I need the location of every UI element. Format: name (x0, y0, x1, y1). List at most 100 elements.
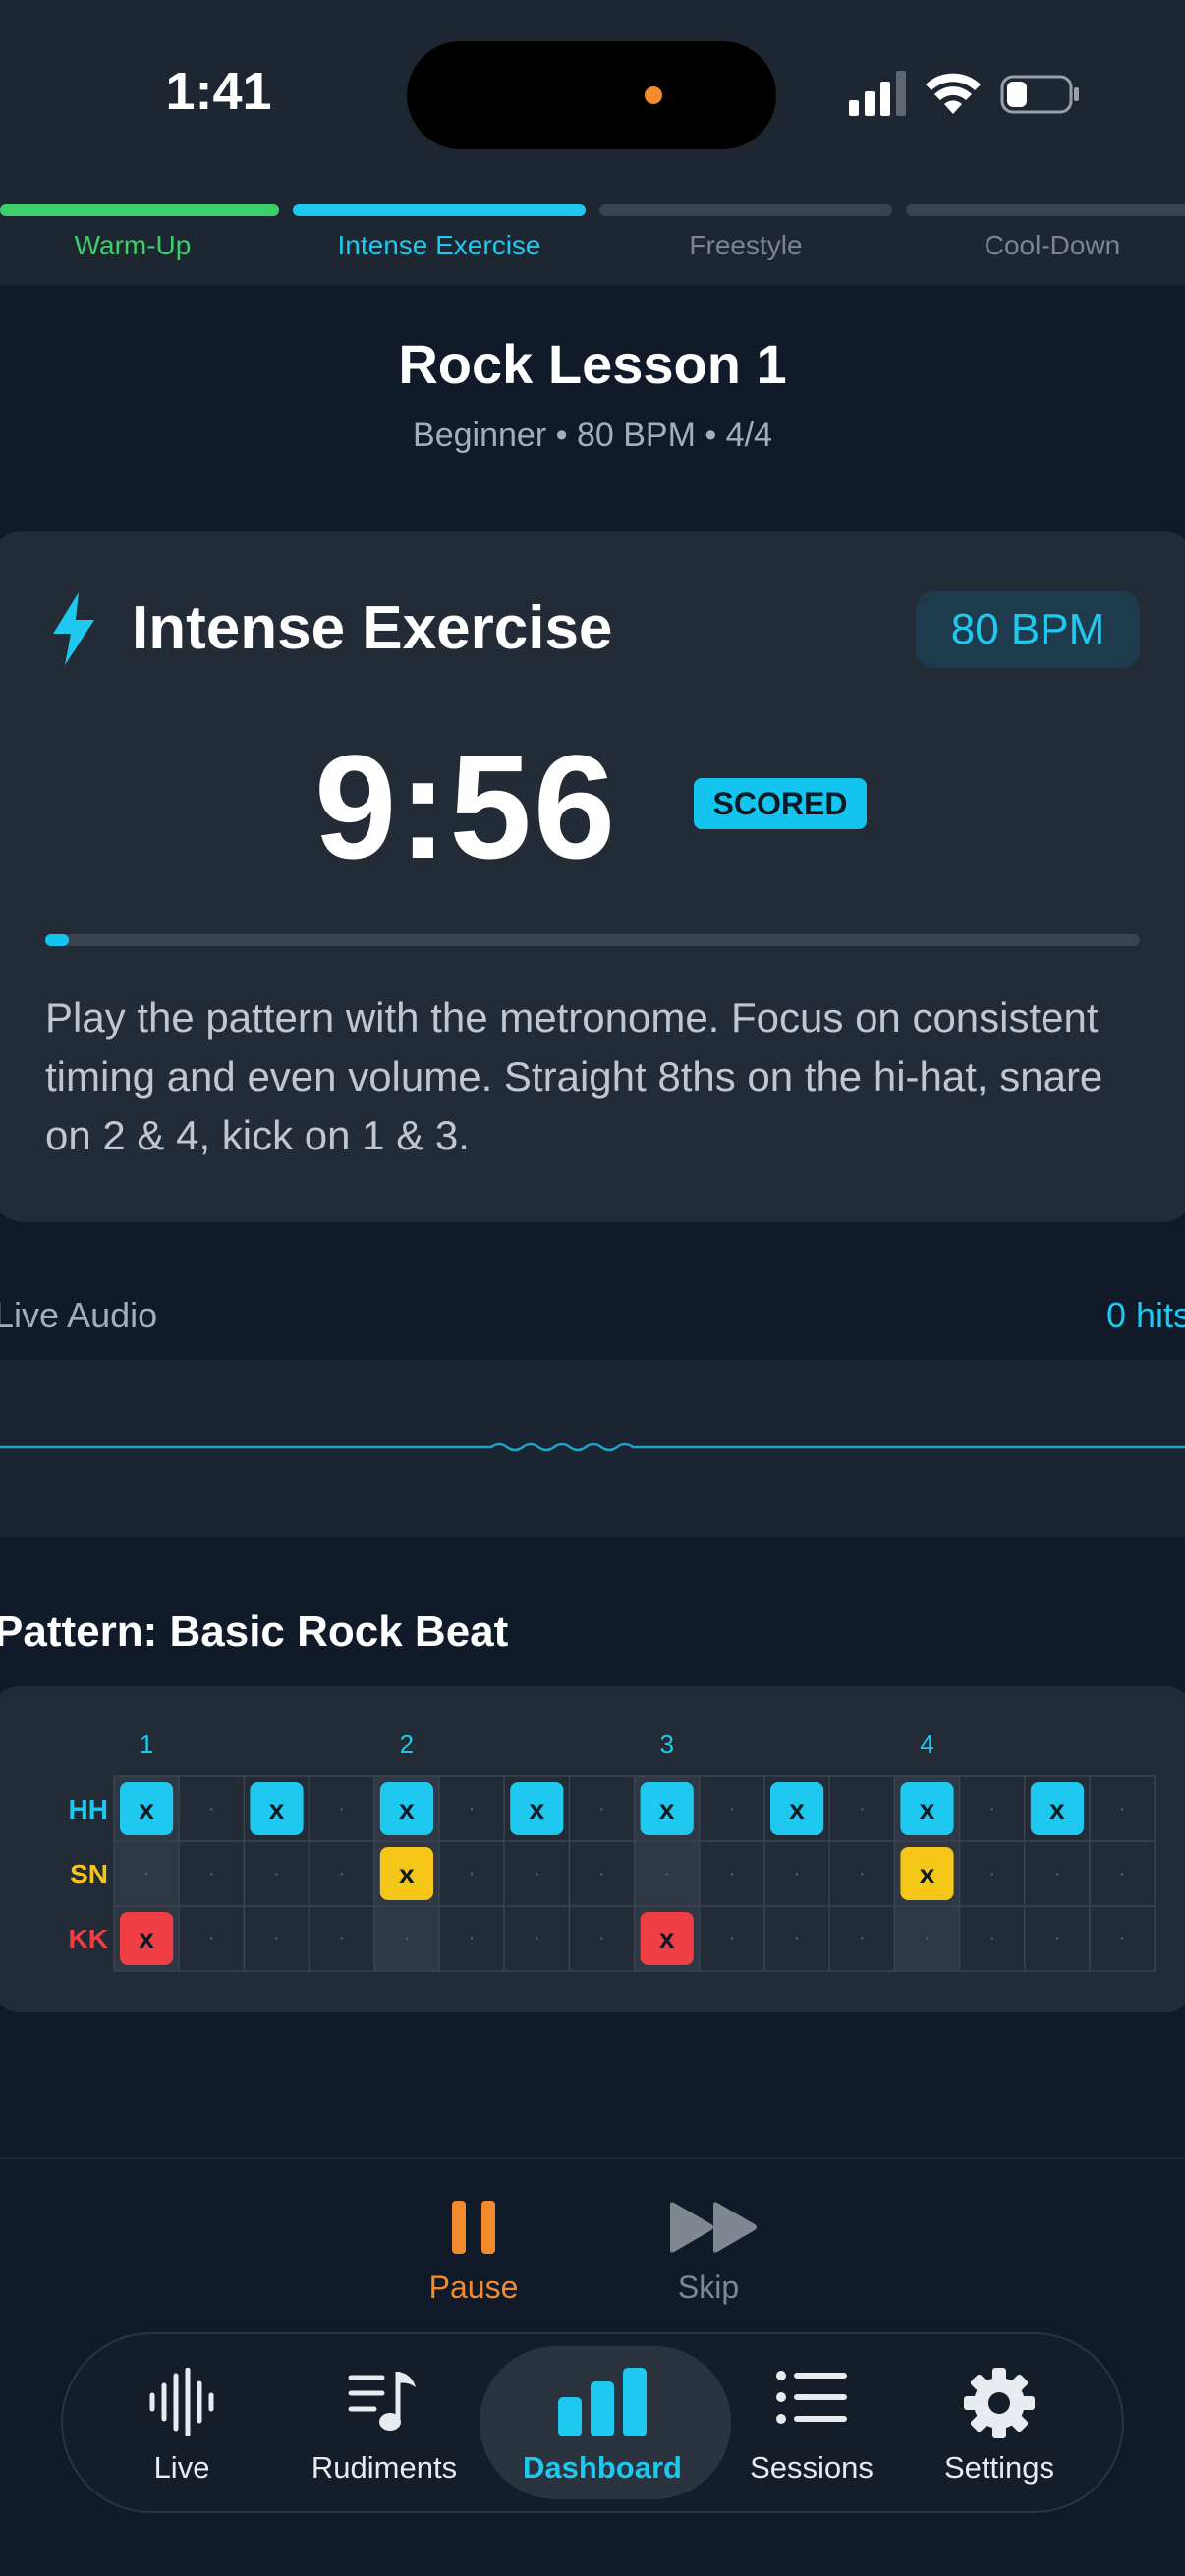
tab-live-label: Live (153, 2450, 210, 2485)
svg-text:·: · (859, 1928, 866, 1949)
pattern-cell[interactable]: · (633, 1840, 701, 1907)
pattern-cell[interactable]: · (308, 1905, 375, 1972)
tab-settings-label: Settings (943, 2450, 1054, 2485)
svg-text:·: · (729, 1928, 736, 1949)
pattern-cell[interactable]: · (893, 1905, 961, 1972)
phase-label-intense-exercise[interactable]: Intense Exercise (293, 230, 586, 261)
svg-text:·: · (338, 1863, 345, 1884)
pattern-cell[interactable]: x (243, 1775, 310, 1842)
pattern-cell[interactable]: x (373, 1840, 440, 1907)
pattern-cell[interactable]: · (699, 1905, 765, 1972)
pause-icon[interactable] (452, 2201, 495, 2254)
svg-text:x: x (139, 1794, 154, 1824)
bolt-icon (53, 592, 94, 665)
svg-text:·: · (598, 1928, 605, 1949)
pattern-cell[interactable]: · (568, 1840, 636, 1907)
svg-text:x: x (399, 1794, 415, 1824)
pause-button[interactable]: Pause (393, 2269, 554, 2306)
pattern-cell[interactable]: x (113, 1775, 180, 1842)
pattern-cell[interactable]: · (958, 1905, 1026, 1972)
skip-button[interactable]: Skip (635, 2269, 782, 2306)
drum-pattern-grid[interactable]: 1 2 3 4 HH x · x · x · x · x · x · x · x · SN · · · · x · · · · · · · x · · ·… (0, 1686, 1185, 2012)
battery-icon (1000, 75, 1079, 114)
pattern-cell[interactable]: · (763, 1840, 830, 1907)
pattern-cell[interactable]: · (699, 1775, 765, 1842)
pattern-cell[interactable]: · (828, 1775, 896, 1842)
pattern-cell[interactable]: · (763, 1905, 830, 1972)
pattern-cell[interactable]: · (1089, 1840, 1156, 1907)
svg-text:·: · (208, 1798, 215, 1820)
phase-bar-cool-down (906, 204, 1185, 216)
svg-text:·: · (1119, 1798, 1126, 1820)
pattern-cell[interactable]: x (503, 1775, 571, 1842)
pattern-cell[interactable]: x (373, 1775, 440, 1842)
svg-text:·: · (859, 1798, 866, 1820)
pattern-cell[interactable]: · (958, 1840, 1026, 1907)
pattern-cell[interactable]: · (178, 1775, 246, 1842)
beat-label-4: 4 (920, 1729, 933, 1759)
pattern-cell[interactable]: · (1089, 1905, 1156, 1972)
svg-text:·: · (338, 1928, 345, 1949)
tab-rudiments[interactable]: Rudiments (301, 2350, 468, 2497)
pattern-cell[interactable]: · (503, 1840, 571, 1907)
phase-bar-intense-exercise (293, 204, 586, 216)
pattern-cell[interactable]: · (178, 1840, 246, 1907)
list-icon (776, 2371, 847, 2424)
pattern-cell[interactable]: x (893, 1840, 961, 1907)
pattern-cell[interactable]: · (828, 1840, 896, 1907)
pattern-cell[interactable]: · (699, 1840, 765, 1907)
live-audio-label: Live Audio (0, 1295, 158, 1335)
pattern-cell[interactable]: x (633, 1775, 701, 1842)
exercise-title: Intense Exercise (132, 594, 613, 662)
phase-bar-warm-up (0, 204, 279, 216)
svg-text:·: · (859, 1863, 866, 1884)
svg-text:·: · (208, 1863, 215, 1884)
svg-text:·: · (988, 1798, 995, 1820)
svg-text:x: x (920, 1794, 935, 1824)
svg-text:·: · (729, 1863, 736, 1884)
pattern-cell[interactable]: x (763, 1775, 830, 1842)
pattern-cell[interactable]: · (113, 1840, 180, 1907)
pattern-cell[interactable]: · (503, 1905, 571, 1972)
pattern-cell[interactable]: x (893, 1775, 961, 1842)
pattern-cell[interactable]: x (633, 1905, 701, 1972)
pattern-cell[interactable]: · (1089, 1775, 1156, 1842)
pattern-cell[interactable]: · (438, 1840, 505, 1907)
skip-icon[interactable] (668, 2201, 759, 2254)
pattern-cell[interactable]: · (438, 1905, 505, 1972)
pattern-cell[interactable]: · (308, 1840, 375, 1907)
svg-text:·: · (598, 1798, 605, 1820)
row-label-sn: SN (70, 1859, 108, 1889)
svg-text:·: · (924, 1928, 931, 1949)
svg-text:·: · (469, 1863, 476, 1884)
pattern-cell[interactable]: · (373, 1905, 440, 1972)
svg-text:·: · (534, 1928, 540, 1949)
pattern-cell[interactable]: · (308, 1775, 375, 1842)
phase-label-freestyle[interactable]: Freestyle (599, 230, 892, 261)
pattern-cell[interactable]: · (828, 1905, 896, 1972)
svg-text:x: x (399, 1859, 415, 1889)
pattern-cell[interactable]: · (243, 1840, 310, 1907)
phase-label-cool-down[interactable]: Cool-Down (906, 230, 1185, 261)
waveform-icon (149, 2368, 214, 2436)
pattern-cell[interactable]: · (178, 1905, 246, 1972)
tab-live[interactable]: Live (98, 2350, 265, 2497)
phase-label-warm-up[interactable]: Warm-Up (0, 230, 265, 261)
pattern-cell[interactable]: · (568, 1775, 636, 1842)
bar-chart-icon (558, 2368, 647, 2436)
pattern-cell[interactable]: x (1024, 1775, 1091, 1842)
pattern-cell[interactable]: · (1024, 1905, 1091, 1972)
tab-dashboard[interactable]: Dashboard (519, 2350, 686, 2497)
pattern-cell[interactable]: · (568, 1905, 636, 1972)
pattern-cell[interactable]: · (438, 1775, 505, 1842)
tab-settings[interactable]: Settings (916, 2350, 1083, 2497)
svg-text:·: · (794, 1863, 801, 1884)
svg-text:·: · (534, 1863, 540, 1884)
pattern-cell[interactable]: x (113, 1905, 180, 1972)
svg-text:x: x (789, 1794, 805, 1824)
svg-text:x: x (920, 1859, 935, 1889)
pattern-cell[interactable]: · (958, 1775, 1026, 1842)
tab-sessions[interactable]: Sessions (728, 2350, 895, 2497)
pattern-cell[interactable]: · (243, 1905, 310, 1972)
pattern-cell[interactable]: · (1024, 1840, 1091, 1907)
